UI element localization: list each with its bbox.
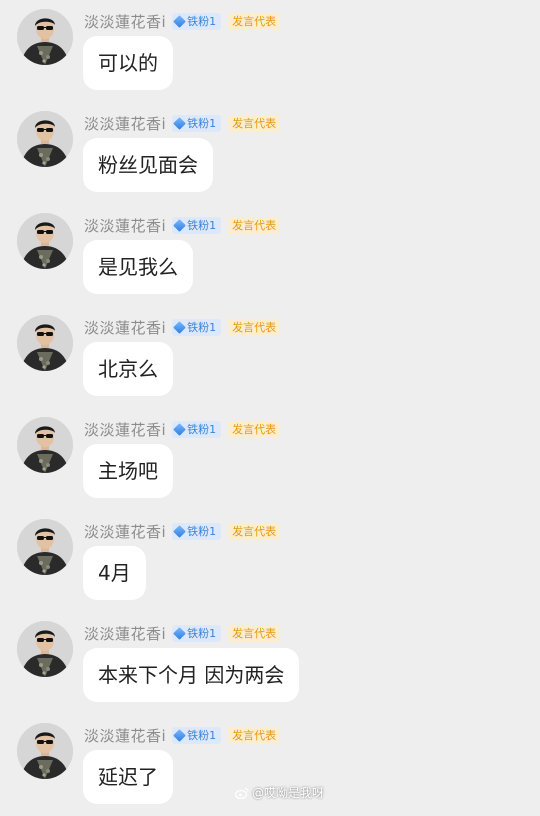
user-avatar[interactable]	[17, 723, 73, 779]
fan-level-label: 铁粉1	[187, 525, 217, 538]
fan-level-badge: 铁粉1	[172, 726, 222, 744]
watermark-text: @哎呦是我呀	[251, 786, 324, 800]
fan-level-label: 铁粉1	[187, 15, 217, 28]
role-badge: 发言代表	[228, 522, 281, 540]
username[interactable]: 淡淡蓮花香i	[84, 11, 166, 32]
avatar-image	[17, 519, 73, 575]
role-badge: 发言代表	[228, 624, 281, 642]
message-bubble[interactable]: 本来下个月 因为两会	[83, 648, 300, 702]
role-badge: 发言代表	[228, 216, 281, 234]
chat-message: 淡淡蓮花香i 铁粉1 发言代表 是见我么	[0, 204, 540, 306]
diamond-icon	[173, 116, 187, 130]
role-badge: 发言代表	[228, 114, 281, 132]
message-header: 淡淡蓮花香i 铁粉1 发言代表	[84, 521, 281, 542]
user-avatar[interactable]	[17, 519, 73, 575]
avatar-image	[17, 723, 73, 779]
chat-message-list: 淡淡蓮花香i 铁粉1 发言代表 可以的 淡淡蓮花香i 铁粉1 发言代表 粉丝见面…	[0, 0, 540, 810]
fan-level-badge: 铁粉1	[172, 216, 222, 234]
role-badge: 发言代表	[228, 318, 281, 336]
fan-level-label: 铁粉1	[187, 321, 217, 334]
message-header: 淡淡蓮花香i 铁粉1 发言代表	[84, 113, 281, 134]
message-header: 淡淡蓮花香i 铁粉1 发言代表	[84, 215, 281, 236]
fan-level-label: 铁粉1	[187, 117, 217, 130]
fan-level-label: 铁粉1	[187, 729, 217, 742]
message-header: 淡淡蓮花香i 铁粉1 发言代表	[84, 419, 281, 440]
diamond-icon	[173, 524, 187, 538]
role-badge: 发言代表	[228, 726, 281, 744]
fan-level-label: 铁粉1	[187, 423, 217, 436]
avatar-image	[17, 417, 73, 473]
role-badge: 发言代表	[228, 420, 281, 438]
username[interactable]: 淡淡蓮花香i	[84, 419, 166, 440]
username[interactable]: 淡淡蓮花香i	[84, 317, 166, 338]
avatar-image	[17, 9, 73, 65]
message-bubble[interactable]: 4月	[83, 546, 146, 600]
fan-level-badge: 铁粉1	[172, 420, 222, 438]
message-bubble[interactable]: 可以的	[83, 36, 173, 90]
chat-message: 淡淡蓮花香i 铁粉1 发言代表 4月	[0, 510, 540, 612]
username[interactable]: 淡淡蓮花香i	[84, 521, 166, 542]
chat-message: 淡淡蓮花香i 铁粉1 发言代表 北京么	[0, 306, 540, 408]
diamond-icon	[173, 728, 187, 742]
fan-level-label: 铁粉1	[187, 627, 217, 640]
message-bubble[interactable]: 北京么	[83, 342, 173, 396]
user-avatar[interactable]	[17, 213, 73, 269]
chat-message: 淡淡蓮花香i 铁粉1 发言代表 主场吧	[0, 408, 540, 510]
fan-level-badge: 铁粉1	[172, 318, 222, 336]
fan-level-badge: 铁粉1	[172, 522, 222, 540]
diamond-icon	[173, 218, 187, 232]
user-avatar[interactable]	[17, 417, 73, 473]
user-avatar[interactable]	[17, 621, 73, 677]
diamond-icon	[173, 320, 187, 334]
user-avatar[interactable]	[17, 9, 73, 65]
avatar-image	[17, 315, 73, 371]
chat-message: 淡淡蓮花香i 铁粉1 发言代表 粉丝见面会	[0, 102, 540, 204]
message-bubble[interactable]: 主场吧	[83, 444, 173, 498]
weibo-logo-icon	[234, 787, 249, 799]
diamond-icon	[173, 626, 187, 640]
message-header: 淡淡蓮花香i 铁粉1 发言代表	[84, 623, 281, 644]
chat-message: 淡淡蓮花香i 铁粉1 发言代表 可以的	[0, 0, 540, 102]
message-bubble[interactable]: 延迟了	[83, 750, 173, 804]
fan-level-label: 铁粉1	[187, 219, 217, 232]
message-bubble[interactable]: 粉丝见面会	[83, 138, 213, 192]
role-badge: 发言代表	[228, 12, 281, 30]
message-header: 淡淡蓮花香i 铁粉1 发言代表	[84, 725, 281, 746]
fan-level-badge: 铁粉1	[172, 114, 222, 132]
user-avatar[interactable]	[17, 111, 73, 167]
user-avatar[interactable]	[17, 315, 73, 371]
diamond-icon	[173, 14, 187, 28]
diamond-icon	[173, 422, 187, 436]
watermark: @哎呦是我呀	[234, 784, 324, 801]
avatar-image	[17, 213, 73, 269]
message-header: 淡淡蓮花香i 铁粉1 发言代表	[84, 317, 281, 338]
username[interactable]: 淡淡蓮花香i	[84, 725, 166, 746]
username[interactable]: 淡淡蓮花香i	[84, 113, 166, 134]
avatar-image	[17, 621, 73, 677]
avatar-image	[17, 111, 73, 167]
message-bubble[interactable]: 是见我么	[83, 240, 193, 294]
username[interactable]: 淡淡蓮花香i	[84, 215, 166, 236]
message-header: 淡淡蓮花香i 铁粉1 发言代表	[84, 11, 281, 32]
fan-level-badge: 铁粉1	[172, 624, 222, 642]
fan-level-badge: 铁粉1	[172, 12, 222, 30]
chat-message: 淡淡蓮花香i 铁粉1 发言代表 本来下个月 因为两会	[0, 612, 540, 714]
username[interactable]: 淡淡蓮花香i	[84, 623, 166, 644]
